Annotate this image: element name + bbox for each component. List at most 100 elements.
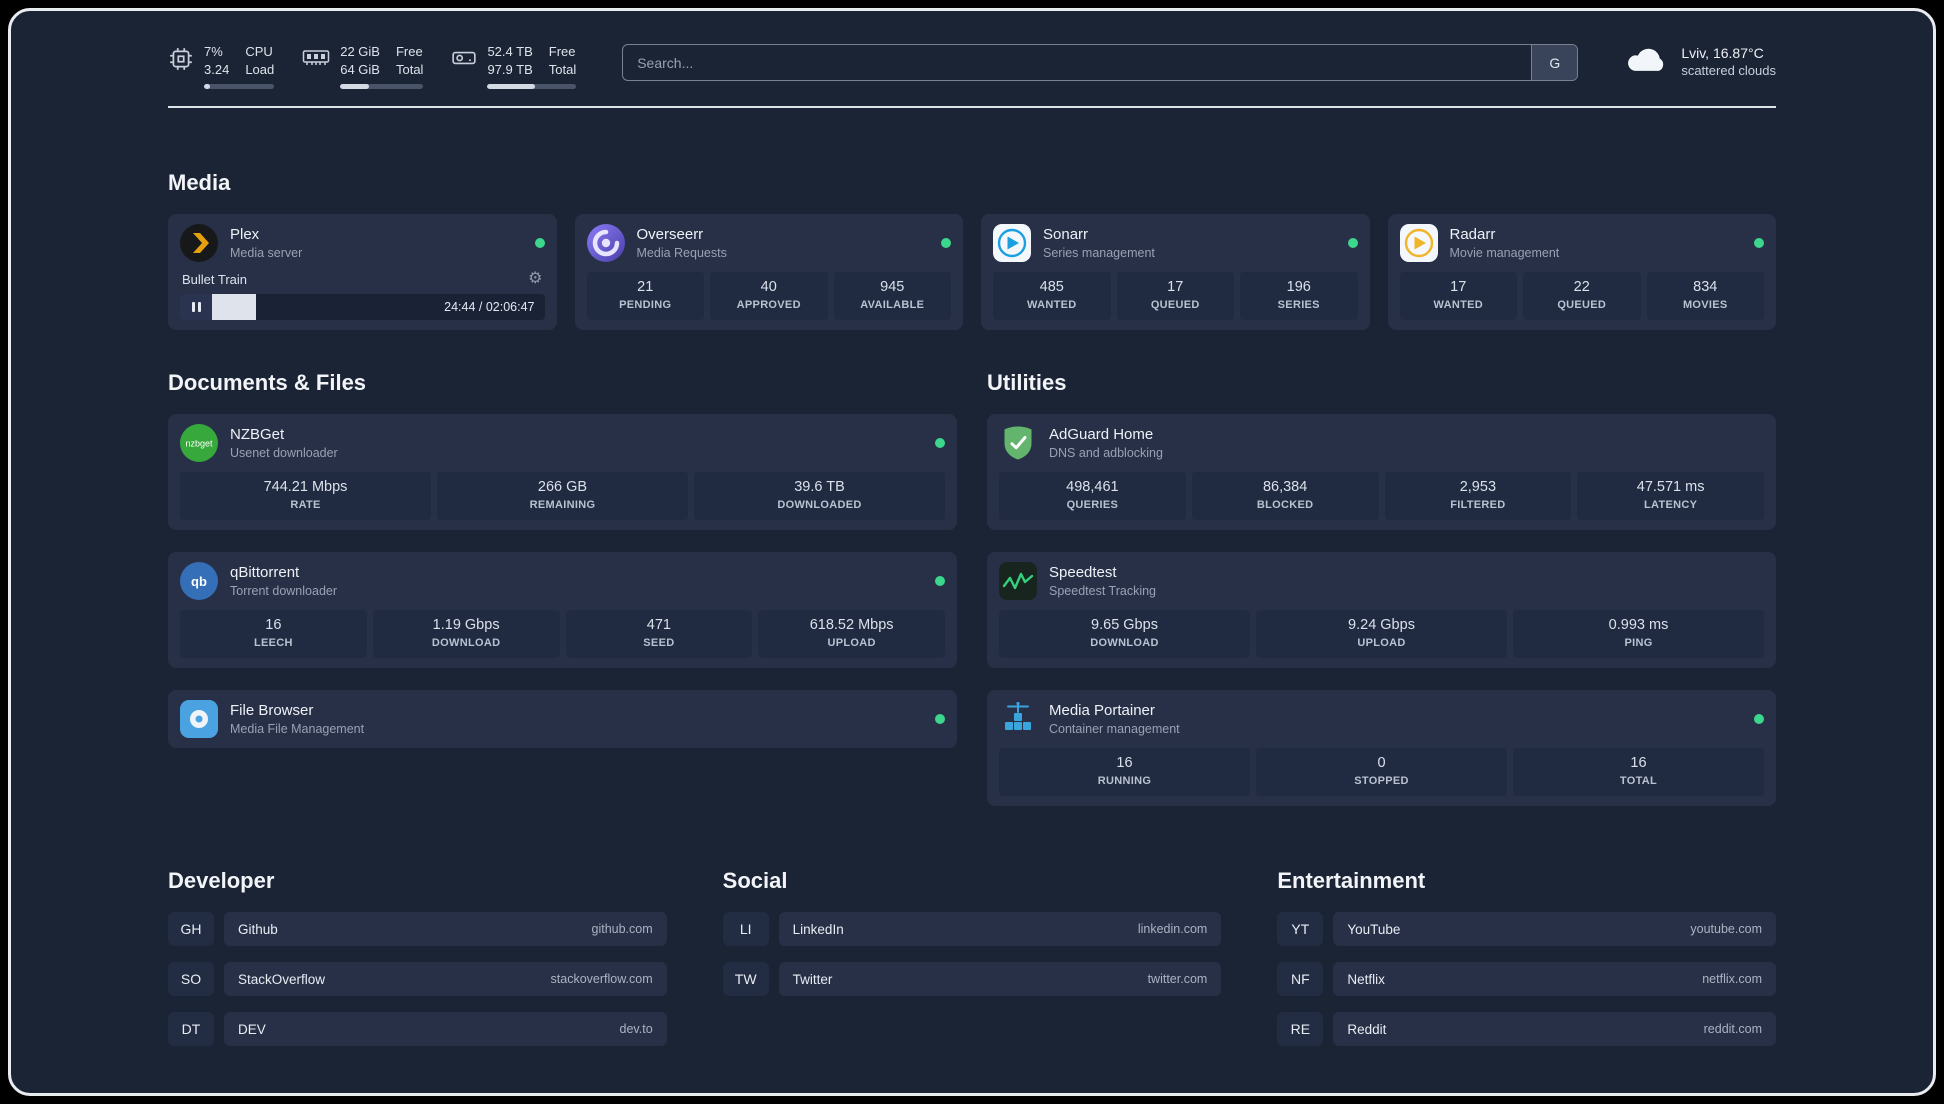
stat-seed: 471 SEED	[565, 610, 753, 659]
service-card-overseerr[interactable]: Overseerr Media Requests 21 PENDING 40 A…	[574, 214, 963, 331]
stat-queries: 498,461 QUERIES	[999, 472, 1186, 521]
memory-total-value: 64 GiB	[340, 61, 380, 77]
service-card-radarr[interactable]: Radarr Movie management 17 WANTED 22 QUE…	[1387, 214, 1776, 331]
card-header: Overseerr Media Requests	[586, 224, 951, 263]
cloud-icon	[1624, 43, 1668, 80]
stat-queued: 17 QUEUED	[1116, 272, 1234, 321]
stat-total: 16 TOTAL	[1513, 748, 1764, 797]
stat-rate: 744.21 Mbps RATE	[180, 472, 431, 521]
service-subtitle: Torrent downloader	[230, 584, 338, 599]
bookmark-linkedin[interactable]: LI LinkedIn linkedin.com	[722, 912, 1222, 947]
service-card-adguard[interactable]: AdGuard Home DNS and adblocking 498,461 …	[987, 414, 1776, 531]
pause-button[interactable]	[180, 294, 212, 321]
status-dot	[1754, 714, 1764, 725]
stat-queued: 22 QUEUED	[1523, 272, 1641, 321]
card-titles: Sonarr Series management	[1043, 226, 1155, 260]
cpu-label: CPU	[245, 44, 273, 59]
search-provider-button[interactable]: G	[1531, 45, 1578, 80]
stat-stopped: 0 STOPPED	[1256, 748, 1507, 797]
service-name: qBittorrent	[230, 564, 300, 582]
bookmark-github[interactable]: GH Github github.com	[168, 912, 667, 947]
service-subtitle: Media Requests	[636, 246, 727, 261]
service-card-portainer[interactable]: Media Portainer Container management 16 …	[987, 690, 1776, 807]
middle-columns: Documents & Files nzbget NZBGet Usenet d…	[168, 330, 1776, 807]
utilities-card-stack: AdGuard Home DNS and adblocking 498,461 …	[987, 414, 1776, 807]
section-title-media: Media	[168, 170, 231, 196]
card-titles: Overseerr Media Requests	[637, 226, 727, 260]
stat-blocked: 86,384 BLOCKED	[1191, 472, 1379, 521]
card-header: Sonarr Series management	[993, 224, 1358, 263]
disk-free-label: Free	[548, 44, 576, 59]
github-icon: GH	[168, 912, 214, 947]
plex-icon	[180, 224, 218, 263]
cpu-widget: 7% 3.24 CPU Load	[168, 43, 275, 90]
disk-icon	[451, 46, 477, 89]
status-dot	[935, 714, 945, 725]
bookmark-dev[interactable]: DT DEV dev.to	[168, 1012, 667, 1047]
search-input[interactable]	[623, 45, 1532, 80]
bookmark-rows: YT YouTube youtube.com NF Netflix netfli…	[1277, 912, 1776, 1047]
service-card-filebrowser[interactable]: File Browser Media File Management	[168, 690, 957, 749]
bookmark-bar: DEV dev.to	[224, 1012, 667, 1047]
service-card-plex[interactable]: Plex Media server Bullet Train ⚙ 24:44 /…	[168, 214, 557, 331]
service-name: Sonarr	[1043, 226, 1089, 244]
card-titles: Radarr Movie management	[1450, 226, 1560, 260]
stat-upload: 9.24 Gbps UPLOAD	[1256, 610, 1507, 659]
stat-latency: 47.571 ms LATENCY	[1577, 472, 1764, 521]
service-subtitle: Movie management	[1449, 246, 1560, 261]
bookmark-stackoverflow[interactable]: SO StackOverflow stackoverflow.com	[168, 962, 667, 997]
stat-series: 196 SERIES	[1240, 272, 1358, 321]
dashboard-content: 7% 3.24 CPU Load 22 GiB 64 GiB Free Tota…	[168, 11, 1776, 1047]
service-subtitle: Series management	[1043, 246, 1155, 261]
stat-row: 9.65 Gbps DOWNLOAD 9.24 Gbps UPLOAD 0.99…	[999, 610, 1764, 659]
bookmark-rows: GH Github github.com SO StackOverflow st…	[168, 912, 667, 1047]
service-name: Media Portainer	[1049, 702, 1155, 720]
playback-progress-track[interactable]	[212, 294, 436, 321]
stat-filtered: 2,953 FILTERED	[1384, 472, 1572, 521]
bookmark-netflix[interactable]: NF Netflix netflix.com	[1277, 962, 1776, 997]
cpu-progress-fill	[204, 84, 210, 90]
disk-total-value: 97.9 TB	[487, 61, 533, 77]
bookmark-twitter[interactable]: TW Twitter twitter.com	[722, 962, 1222, 997]
svg-text:qb: qb	[191, 574, 207, 589]
cpu-chip-icon	[168, 46, 194, 89]
status-dot	[935, 438, 945, 449]
disk-progress-fill	[487, 84, 536, 90]
memory-free-value: 22 GiB	[340, 44, 380, 59]
memory-readout: 22 GiB 64 GiB Free Total	[340, 43, 424, 90]
cpu-percent: 7%	[204, 44, 223, 59]
dev-icon: DT	[168, 1012, 214, 1047]
stat-running: 16 RUNNING	[999, 748, 1250, 797]
card-header: qb qBittorrent Torrent downloader	[180, 562, 945, 601]
disk-readout: 52.4 TB 97.9 TB Free Total	[487, 43, 577, 90]
stat-wanted: 17 WANTED	[1399, 272, 1517, 321]
card-header: File Browser Media File Management	[180, 700, 945, 739]
disk-widget: 52.4 TB 97.9 TB Free Total	[451, 43, 577, 90]
qbittorrent-icon: qb	[180, 562, 218, 601]
service-card-qbittorrent[interactable]: qb qBittorrent Torrent downloader 16 LEE…	[168, 552, 957, 669]
stat-wanted: 485 WANTED	[993, 272, 1111, 321]
service-card-sonarr[interactable]: Sonarr Series management 485 WANTED 17 Q…	[981, 214, 1370, 331]
bookmark-reddit[interactable]: RE Reddit reddit.com	[1277, 1012, 1776, 1047]
stat-row: 16 RUNNING 0 STOPPED 16 TOTAL	[999, 748, 1764, 797]
stat-download: 1.19 Gbps DOWNLOAD	[372, 610, 560, 659]
service-name: Speedtest	[1049, 564, 1117, 582]
memory-progress-fill	[340, 84, 369, 90]
bookmark-youtube[interactable]: YT YouTube youtube.com	[1277, 912, 1776, 947]
service-card-nzbget[interactable]: nzbget NZBGet Usenet downloader 744.21 M…	[168, 414, 957, 531]
stat-pending: 21 PENDING	[586, 272, 704, 321]
search-area: G	[622, 44, 1579, 81]
memory-total-label: Total	[395, 61, 424, 77]
stat-row: 21 PENDING 40 APPROVED 945 AVAILABLE	[586, 272, 951, 321]
section-title-developer: Developer	[168, 868, 275, 894]
status-dot	[935, 576, 945, 587]
svg-text:nzbget: nzbget	[185, 439, 213, 449]
gear-icon[interactable]: ⚙	[528, 271, 542, 287]
status-dot	[1347, 238, 1358, 249]
card-titles: Media Portainer Container management	[1049, 702, 1180, 736]
service-card-speedtest[interactable]: Speedtest Speedtest Tracking 9.65 Gbps D…	[987, 552, 1776, 669]
bookmark-bar: YouTube youtube.com	[1333, 912, 1776, 947]
service-name: AdGuard Home	[1049, 426, 1154, 444]
stat-row: 744.21 Mbps RATE 266 GB REMAINING 39.6 T…	[180, 472, 945, 521]
bookmark-group-social: Social LI LinkedIn linkedin.com TW Twitt…	[722, 868, 1222, 1046]
